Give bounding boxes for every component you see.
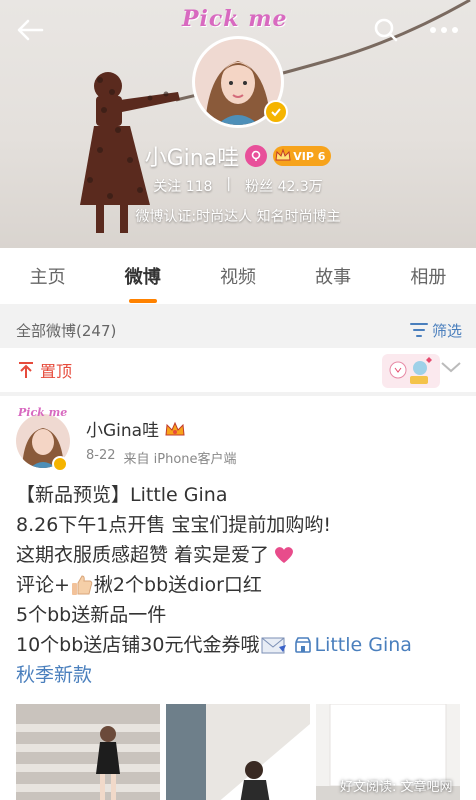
post-line: 5个bb送新品一件: [16, 604, 167, 626]
post-line: 10个bb送店铺30元代金券哦 Little Gina: [16, 630, 466, 660]
profile-name: 小Gina哇: [144, 146, 240, 171]
post-line-text: 10个bb送店铺30元代金券哦: [16, 634, 260, 656]
crown-icon: [275, 148, 291, 161]
profile-cover: Pick me 小Gina哇 VIP 6 关注 118 | 粉丝 42.3万 微…: [0, 0, 476, 248]
pick-me-logo: Pick me: [182, 6, 288, 32]
pinned-label: 置顶: [40, 362, 73, 381]
post-author-name[interactable]: 小Gina哇: [86, 416, 159, 441]
search-icon: [374, 18, 398, 42]
shop-link-continued[interactable]: 秋季新款: [16, 660, 92, 690]
following-label: 关注: [153, 179, 182, 195]
post-line: 评论+ 揪2个bb送dior口红: [16, 570, 466, 600]
back-button[interactable]: [10, 10, 50, 50]
thumbs-up-emoji-icon: [71, 575, 93, 595]
stats-row: 关注 118 | 粉丝 42.3万: [0, 176, 476, 196]
mini-pick-me-logo: Pick me: [18, 406, 68, 419]
post-line: 【新品预览】Little Gina: [16, 484, 228, 506]
post-image-1[interactable]: [16, 704, 160, 800]
post-source: 来自 iPhone客户端: [123, 452, 237, 467]
filter-button[interactable]: 筛选: [409, 320, 462, 341]
tab-weibo[interactable]: 微博: [121, 257, 165, 303]
more-button[interactable]: [424, 10, 464, 50]
profile-name-row: 小Gina哇 VIP 6: [0, 140, 476, 172]
post-line-text: 评论+: [16, 574, 70, 596]
shop-link-icon: [295, 637, 312, 653]
search-button[interactable]: [366, 10, 406, 50]
tab-album[interactable]: 相册: [406, 257, 450, 295]
pin-icon: [19, 362, 33, 378]
more-dots-icon: [430, 27, 458, 33]
tab-home[interactable]: 主页: [26, 257, 70, 295]
vip-badge[interactable]: VIP 6: [273, 146, 332, 166]
stats-divider: |: [226, 176, 232, 192]
post-body: 【新品预览】Little Gina 8.26下午1点开售 宝宝们提前加购哟! 这…: [16, 480, 466, 690]
shop-link[interactable]: Little Gina: [314, 630, 411, 660]
watermark: 好文阅读: 文章吧网: [340, 780, 453, 795]
certification-text: 微博认证:时尚达人 知名时尚博主: [135, 209, 341, 225]
post-line: 秋季新款: [16, 660, 466, 690]
post-line: 这期衣服质感超赞 着实是爱了: [16, 540, 466, 570]
followers-stat[interactable]: 粉丝 42.3万: [245, 176, 323, 196]
gender-badge-icon: [245, 145, 268, 167]
envelope-emoji-icon: [261, 637, 287, 654]
post-image-2[interactable]: [166, 704, 310, 800]
profile-tabs: 主页 微博 视频 故事 相册: [0, 248, 476, 304]
tab-video[interactable]: 视频: [216, 257, 260, 295]
post-avatar[interactable]: Pick me: [14, 406, 72, 472]
post-line-text: 揪2个bb送dior口红: [93, 574, 262, 596]
chevron-down-icon[interactable]: [440, 360, 462, 374]
filter-bar: 全部微博(247) 筛选: [0, 312, 476, 348]
followers-label: 粉丝: [245, 179, 274, 195]
followers-count: 42.3万: [277, 179, 323, 195]
verified-badge-icon: [264, 100, 288, 124]
post-author-row: 小Gina哇: [86, 416, 185, 441]
filter-icon: [409, 323, 428, 337]
post-card[interactable]: Pick me 小Gina哇 8-22 来自 iPhone客户端 【新品预览】L…: [0, 396, 476, 800]
filter-label: 筛选: [431, 321, 462, 340]
following-stat[interactable]: 关注 118: [153, 176, 212, 196]
tab-story[interactable]: 故事: [311, 257, 355, 295]
all-posts-count[interactable]: 全部微博(247): [16, 320, 116, 341]
post-verified-icon: [52, 456, 68, 472]
post-line: 8.26下午1点开售 宝宝们提前加购哟!: [16, 514, 332, 536]
heart-emoji-icon: [275, 547, 294, 563]
vip-crown-icon: [165, 421, 185, 435]
sticker-decoration-icon: [382, 354, 440, 388]
post-meta: 8-22 来自 iPhone客户端: [86, 448, 237, 467]
back-arrow-icon: [17, 19, 44, 41]
post-date: 8-22: [86, 448, 116, 463]
vip-label: VIP 6: [293, 149, 326, 163]
following-count: 118: [185, 179, 213, 195]
post-line-text: 这期衣服质感超赞 着实是爱了: [16, 544, 270, 566]
